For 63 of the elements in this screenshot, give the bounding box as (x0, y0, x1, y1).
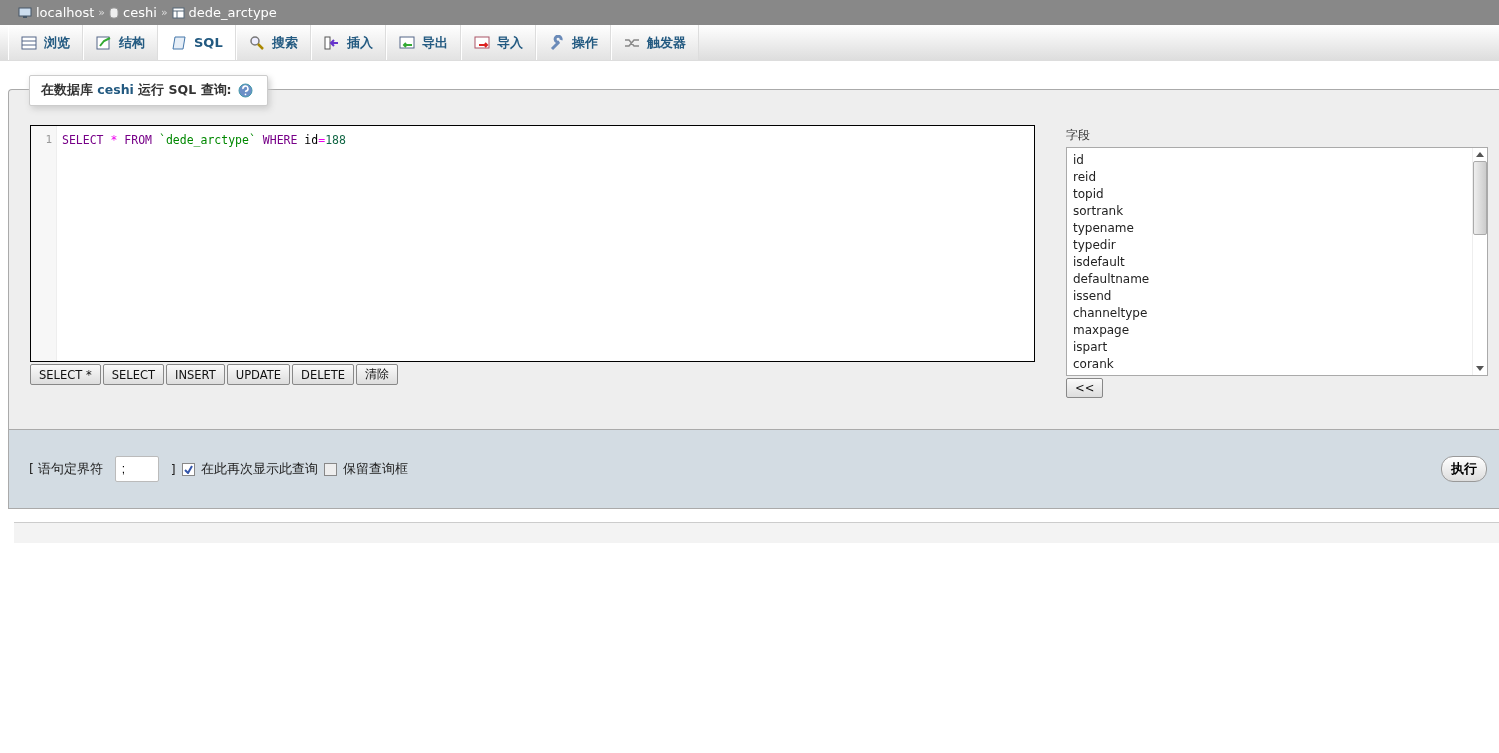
query-template-button[interactable]: 清除 (356, 364, 399, 385)
tab[interactable]: SQL (158, 25, 236, 60)
tab[interactable]: 操作 (535, 25, 611, 60)
go-button[interactable]: 执行 (1441, 456, 1487, 482)
checkbox[interactable] (181, 462, 195, 476)
tab[interactable]: 插入 (310, 25, 386, 60)
tab[interactable]: 浏览 (8, 25, 83, 60)
database-icon (109, 6, 120, 19)
field-option[interactable]: isdefault (1073, 254, 1466, 271)
field-option[interactable]: typename (1073, 220, 1466, 237)
fields-label: 字段 (1066, 127, 1091, 144)
field-option[interactable]: ispart (1073, 339, 1466, 356)
scroll-down-icon[interactable] (1476, 366, 1484, 371)
table-icon (171, 6, 185, 19)
tab[interactable]: 触发器 (610, 25, 699, 60)
insert-icon (323, 34, 340, 51)
search-icon (248, 34, 265, 51)
tab[interactable]: 导出 (385, 25, 461, 60)
breadcrumb-link[interactable]: localhost (36, 5, 95, 20)
field-option[interactable]: defaultname (1073, 271, 1466, 288)
field-option[interactable]: reid (1073, 169, 1466, 186)
monitor-icon (18, 6, 32, 19)
query-template-button[interactable]: SELECT (102, 364, 164, 385)
line-number: 1 (44, 133, 52, 146)
wrench-icon (548, 34, 565, 51)
scroll-icon (171, 34, 187, 51)
breadcrumb-separator: » (98, 6, 106, 19)
table-icon (21, 34, 37, 51)
field-option[interactable]: typedir (1073, 237, 1466, 254)
tab[interactable]: 搜索 (235, 25, 311, 60)
query-template-button[interactable]: DELETE (292, 364, 355, 385)
bracket-text: ] (170, 461, 176, 477)
tab[interactable]: 导入 (460, 25, 536, 60)
delimiter-label: [ 语句定界符 (29, 460, 103, 478)
sql-editor[interactable]: 1 SELECT * FROM `dede_arctype` WHERE id=188 (30, 125, 1035, 362)
tab[interactable]: 结构 (83, 25, 158, 60)
delimiter-field[interactable]: ; (114, 456, 159, 482)
sql-code: SELECT * FROM `dede_arctype` WHERE id=188 (61, 132, 347, 149)
field-option[interactable]: topid (1073, 186, 1466, 203)
field-option[interactable]: sortrank (1073, 203, 1466, 220)
import-icon (473, 34, 490, 51)
scrollbar[interactable] (1472, 148, 1487, 375)
query-template-button[interactable]: SELECT * (30, 364, 101, 385)
field-option[interactable]: channeltype (1073, 305, 1466, 322)
checkbox[interactable] (323, 462, 337, 476)
field-option[interactable]: issend (1073, 288, 1466, 305)
export-icon (398, 34, 415, 51)
checkbox-label: 在此再次显示此查询 (200, 460, 318, 478)
fields-list[interactable]: id reid topid sortrank typename typedir isdefault defaultname issend channeltype maxpage ispart corank (1066, 147, 1488, 376)
query-template-button[interactable]: INSERT (166, 364, 225, 385)
help-icon[interactable] (237, 83, 253, 98)
query-template-button[interactable]: UPDATE (226, 364, 291, 385)
checkbox-label: 保留查询框 (342, 460, 408, 478)
breadcrumb-link[interactable]: dede_arctype (188, 5, 277, 20)
breadcrumb-link[interactable]: ceshi (123, 5, 157, 20)
scroll-up-icon[interactable] (1476, 152, 1484, 157)
insert-field-button[interactable]: << (1066, 378, 1104, 398)
breadcrumb-separator: » (160, 6, 168, 19)
legend-text: 在数据库 ceshi 运行 SQL 查询: (41, 82, 232, 99)
field-option[interactable]: id (1073, 152, 1466, 169)
field-option[interactable]: maxpage (1073, 322, 1466, 339)
structure-icon (96, 34, 112, 51)
field-option[interactable]: corank (1073, 356, 1466, 373)
